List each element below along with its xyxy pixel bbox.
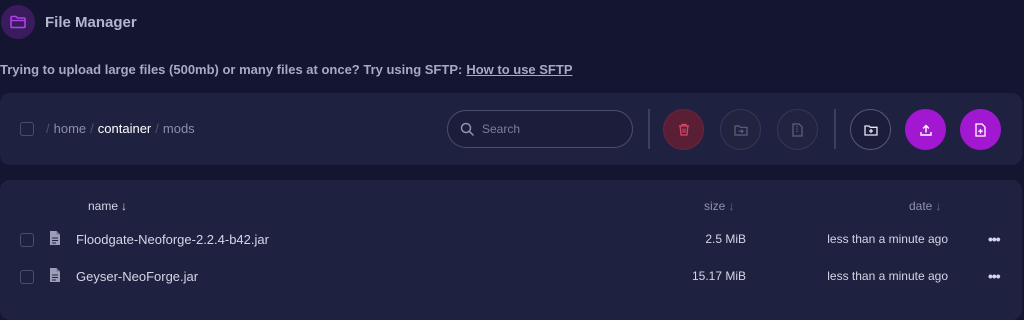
delete-button[interactable] (663, 109, 704, 150)
upload-button[interactable] (905, 109, 946, 150)
sftp-notice: Trying to upload large files (500mb) or … (0, 62, 572, 77)
move-button[interactable] (720, 109, 761, 150)
row-checkbox[interactable] (20, 233, 34, 247)
search-icon (460, 122, 474, 136)
breadcrumb-container[interactable]: container (98, 121, 151, 136)
file-size: 15.17 MiB (691, 269, 746, 283)
breadcrumb-home[interactable]: home (54, 121, 87, 136)
breadcrumb-mods[interactable]: mods (163, 121, 195, 136)
file-date: less than a minute ago (827, 232, 948, 246)
file-toolbar: / home / container / mods (0, 93, 1022, 165)
column-header-size[interactable]: size ↓ (704, 199, 734, 213)
folder-move-icon (733, 124, 748, 136)
file-icon (50, 231, 60, 245)
file-list: name ↓ size ↓ date ↓ Floodgate-Neoforge-2.2… (0, 180, 1022, 320)
file-plus-icon (975, 122, 986, 137)
file-archive-icon (792, 122, 803, 137)
column-label-date: date (909, 199, 933, 213)
toolbar-divider (834, 109, 836, 149)
folder-plus-icon (863, 124, 878, 136)
more-options-icon[interactable]: ••• (988, 268, 1001, 284)
sort-arrow-icon: ↓ (121, 199, 128, 213)
breadcrumb-separator: / (46, 121, 50, 136)
file-icon (50, 268, 60, 282)
sort-arrow-icon: ↓ (935, 199, 942, 213)
more-options-icon[interactable]: ••• (988, 231, 1001, 247)
breadcrumb-separator: / (90, 121, 94, 136)
folder-icon (1, 5, 35, 39)
breadcrumb: / home / container / mods (46, 121, 195, 136)
trash-icon (678, 123, 689, 136)
file-date: less than a minute ago (827, 269, 948, 283)
row-checkbox[interactable] (20, 270, 34, 284)
upload-icon (919, 124, 932, 136)
column-header-date[interactable]: date ↓ (909, 199, 941, 213)
archive-button[interactable] (777, 109, 818, 150)
file-size: 2.5 MiB (705, 232, 746, 246)
app-header: File Manager (0, 4, 1024, 40)
search-box[interactable] (447, 110, 633, 148)
breadcrumb-separator: / (155, 121, 159, 136)
table-row[interactable]: Geyser-NeoForge.jar 15.17 MiB less than … (0, 260, 1022, 294)
select-all-checkbox[interactable] (20, 122, 34, 136)
file-name[interactable]: Geyser-NeoForge.jar (76, 269, 198, 284)
table-row[interactable]: Floodgate-Neoforge-2.2.4-b42.jar 2.5 MiB… (0, 223, 1022, 257)
sort-arrow-icon: ↓ (728, 199, 735, 213)
sftp-help-link[interactable]: How to use SFTP (466, 62, 572, 77)
toolbar-divider (648, 109, 650, 149)
column-label-size: size (704, 199, 726, 213)
page-title: File Manager (45, 13, 137, 31)
new-folder-button[interactable] (850, 109, 891, 150)
new-file-button[interactable] (960, 109, 1001, 150)
column-header-name[interactable]: name ↓ (88, 199, 127, 213)
sftp-notice-text: Trying to upload large files (500mb) or … (0, 62, 463, 77)
search-input[interactable] (482, 122, 622, 136)
column-label-name: name (88, 199, 119, 213)
file-name[interactable]: Floodgate-Neoforge-2.2.4-b42.jar (76, 232, 269, 247)
